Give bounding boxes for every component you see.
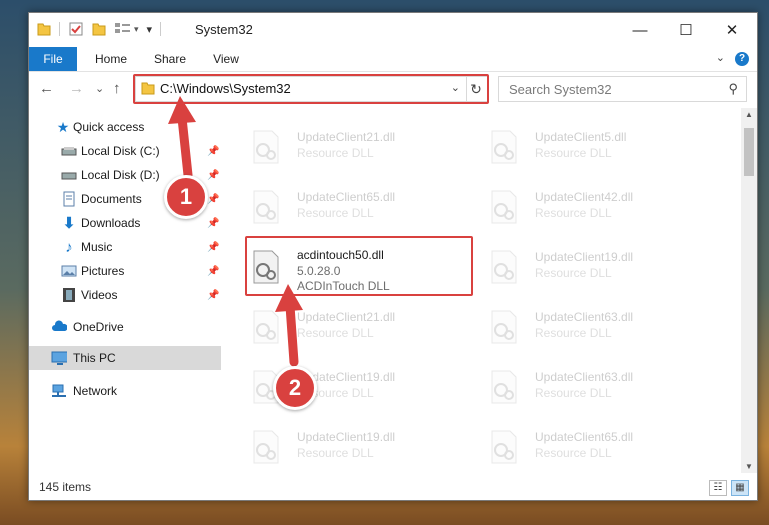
arrow-1 [168, 96, 196, 180]
annotation-arrows [168, 96, 303, 367]
arrow-2 [275, 284, 303, 367]
callout-step-1: 1 [164, 175, 208, 219]
callout-step-2: 2 [273, 366, 317, 410]
